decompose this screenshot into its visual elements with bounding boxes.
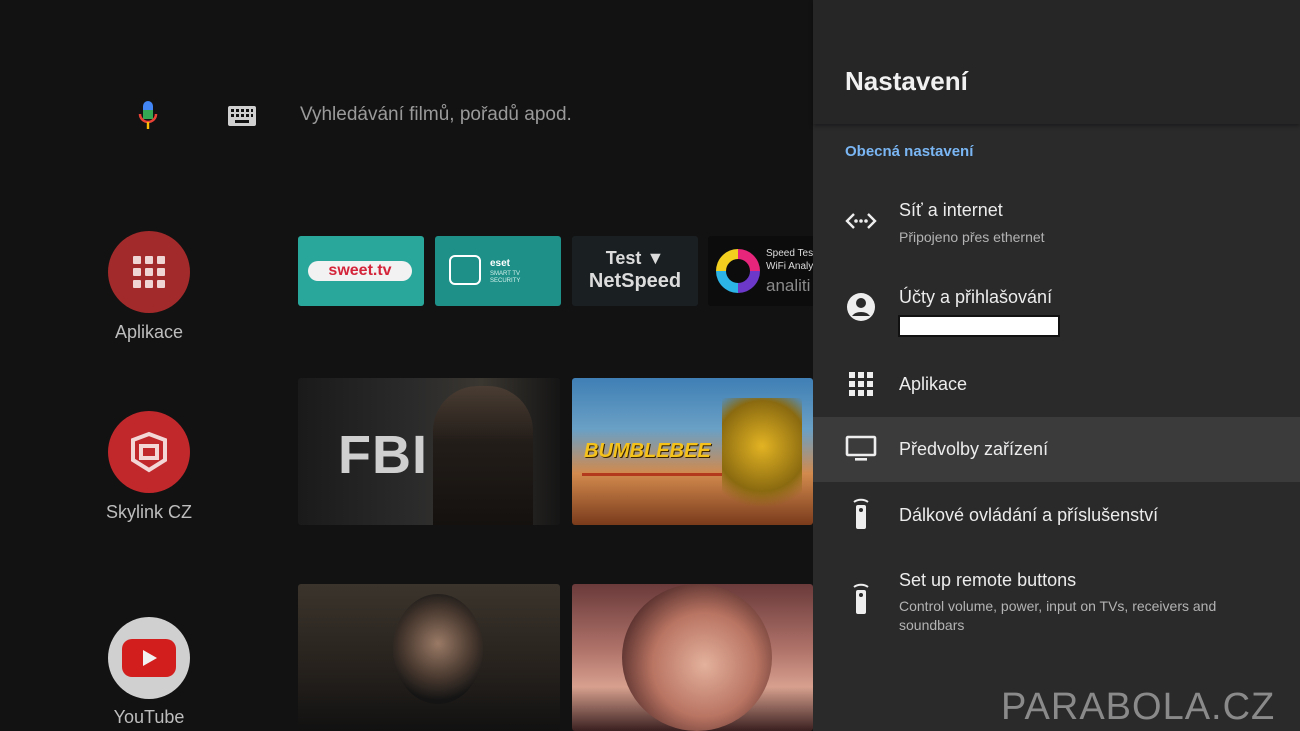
speed-test-line3: analiti — [766, 276, 811, 295]
settings-item-remote-buttons[interactable]: Set up remote buttons Control volume, po… — [813, 560, 1300, 640]
keyboard-icon[interactable] — [228, 106, 256, 126]
content-tile-bumblebee[interactable]: BUMBLEBEE — [572, 378, 813, 525]
settings-header: Nastavení — [813, 0, 1300, 124]
skylink-row-label: Skylink CZ — [105, 502, 192, 522]
settings-item-device-preferences[interactable]: Předvolby zařízení — [813, 417, 1300, 482]
fbi-poster-figure — [433, 386, 533, 525]
test-netspeed-line2: NetSpeed — [588, 270, 682, 292]
speed-test-line2: WiFi Analy — [766, 261, 813, 272]
sweet-tv-logo: sweet.tv — [308, 261, 412, 281]
settings-item-apps-title: Aplikace — [899, 374, 968, 394]
settings-title: Nastavení — [845, 66, 968, 96]
apps-grid-icon — [133, 256, 165, 288]
youtube-logo-icon — [122, 639, 176, 677]
app-tile-eset[interactable]: eset SMART TV SECURITY — [435, 236, 561, 306]
section-general-settings: Obecná nastavení — [845, 143, 974, 160]
settings-item-remotes[interactable]: Dálkové ovládání a příslušenství — [813, 483, 1300, 548]
analiti-logo-icon — [716, 249, 760, 293]
settings-item-device-preferences-title: Předvolby zařízení — [899, 439, 1049, 459]
fbi-title: FBI — [338, 425, 428, 485]
redacted-account-box — [898, 315, 1060, 337]
account-icon — [845, 291, 877, 323]
settings-item-remote-buttons-title: Set up remote buttons — [899, 570, 1077, 590]
eset-tv-icon — [449, 255, 481, 285]
skylink-logo-icon — [131, 431, 167, 473]
video-tile-1[interactable] — [298, 584, 560, 731]
apps-row-icon[interactable] — [108, 231, 190, 313]
mic-icon[interactable] — [137, 101, 159, 131]
youtube-row-label: YouTube — [113, 707, 185, 727]
skylink-row-icon[interactable] — [108, 411, 190, 493]
bumblebee-title: BUMBLEBEE — [584, 440, 711, 462]
settings-item-accounts-title: Účty a přihlašování — [899, 287, 1053, 307]
video-1-thumbnail — [393, 594, 483, 704]
bridge-graphic — [582, 473, 722, 522]
home-screen: Vyhledávání filmů, pořadů apod. Aplikace… — [0, 0, 813, 731]
apps-grid-icon — [845, 368, 877, 400]
wifi-icon: ▼ — [646, 248, 665, 268]
youtube-row-icon[interactable] — [108, 617, 190, 699]
settings-item-network[interactable]: Síť a internet Připojeno přes ethernet — [813, 190, 1300, 260]
eset-subtitle: SMART TV SECURITY — [490, 271, 521, 284]
settings-item-apps[interactable]: Aplikace — [813, 352, 1300, 416]
app-tile-sweet-tv[interactable]: sweet.tv — [298, 236, 424, 306]
robot-graphic — [722, 398, 802, 518]
content-tile-fbi[interactable]: FBI — [298, 378, 560, 525]
eset-logo: eset — [490, 258, 511, 269]
speed-test-line1: Speed Tes — [766, 248, 813, 259]
remote-icon — [845, 497, 877, 529]
network-icon — [845, 205, 877, 237]
app-tile-speed-test[interactable]: Speed Tes WiFi Analy analiti — [708, 236, 813, 306]
settings-item-network-subtitle: Připojeno přes ethernet — [899, 229, 1045, 245]
settings-item-network-title: Síť a internet — [899, 200, 1003, 220]
video-tile-2[interactable] — [572, 584, 813, 731]
remote-icon — [845, 582, 877, 614]
settings-panel: Nastavení Obecná nastavení Síť a interne… — [813, 0, 1300, 731]
test-netspeed-line1: Test ▼ — [605, 248, 665, 268]
settings-item-remote-buttons-subtitle: Control volume, power, input on TVs, rec… — [899, 598, 1217, 633]
settings-item-remotes-title: Dálkové ovládání a příslušenství — [899, 505, 1159, 525]
search-input[interactable]: Vyhledávání filmů, pořadů apod. — [300, 104, 572, 126]
app-tile-test-netspeed[interactable]: Test ▼ NetSpeed — [572, 236, 698, 306]
watermark: PARABOLA.CZ — [1001, 686, 1276, 728]
video-2-thumbnail — [622, 584, 772, 731]
tv-icon — [845, 433, 877, 465]
apps-row-label: Aplikace — [114, 322, 184, 342]
